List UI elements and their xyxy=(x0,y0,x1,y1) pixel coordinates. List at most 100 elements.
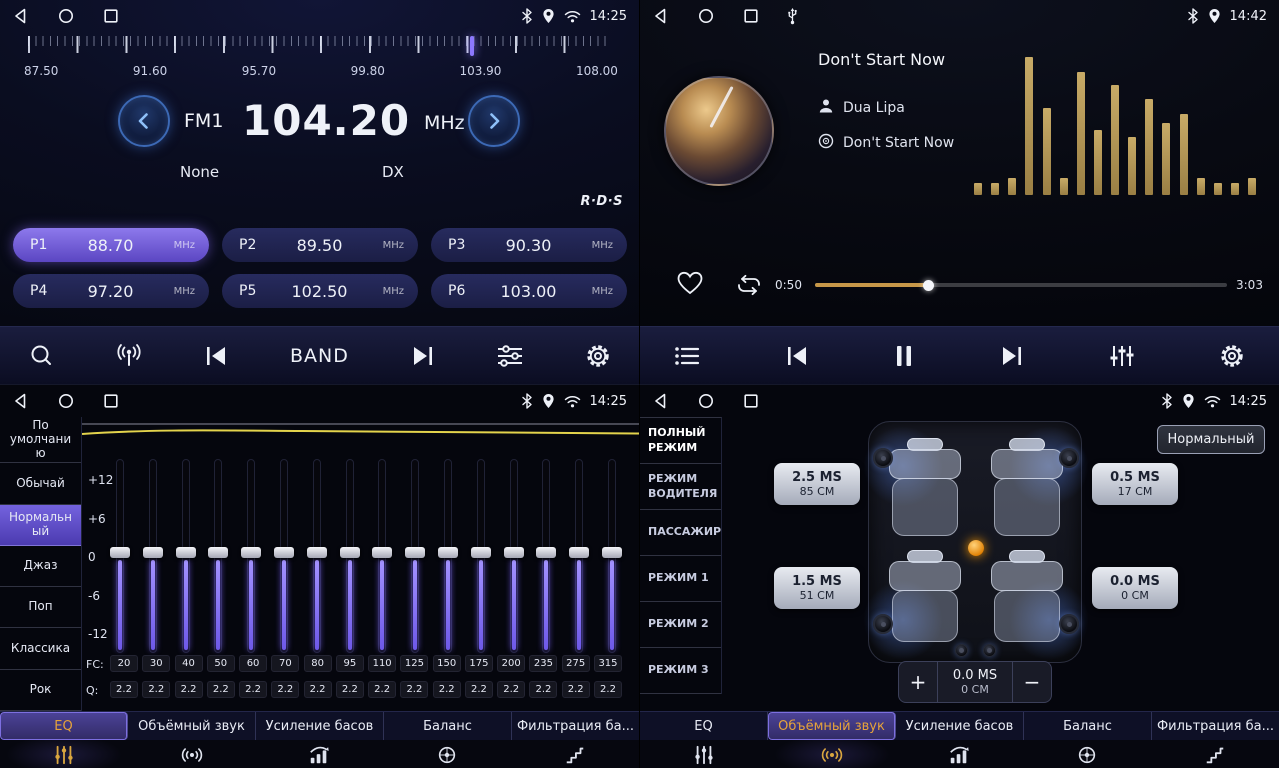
eq-preset-item[interactable]: По умолчанию xyxy=(0,417,81,463)
tab-eq[interactable]: EQ xyxy=(0,712,128,740)
tab-balance[interactable]: Баланс xyxy=(1024,712,1152,740)
tab-filter[interactable]: Фильтрация ба... xyxy=(1152,712,1279,740)
surround-icon[interactable] xyxy=(768,740,896,768)
eq-icon[interactable] xyxy=(0,740,128,768)
broadcast-button[interactable] xyxy=(115,343,143,369)
radio-preset-P6[interactable]: P6103.00MHz xyxy=(431,274,627,308)
settings-gear-button[interactable] xyxy=(585,343,611,369)
slider-handle[interactable] xyxy=(471,547,491,558)
home-button[interactable] xyxy=(697,7,715,25)
slider-handle[interactable] xyxy=(274,547,294,558)
progress-bar[interactable] xyxy=(815,283,1227,287)
tab-eq[interactable]: EQ xyxy=(640,712,768,740)
back-button[interactable] xyxy=(652,392,670,410)
slider-handle[interactable] xyxy=(176,547,196,558)
delay-decrease-button[interactable]: − xyxy=(1013,662,1051,702)
previous-station-button[interactable] xyxy=(203,344,229,368)
listening-position-dot[interactable] xyxy=(968,540,984,556)
band-button[interactable]: BAND xyxy=(290,345,349,367)
slider-handle[interactable] xyxy=(372,547,392,558)
pause-button[interactable] xyxy=(894,344,914,368)
recents-button[interactable] xyxy=(102,392,120,410)
next-station-button[interactable] xyxy=(410,344,436,368)
surround-icon[interactable] xyxy=(128,740,256,768)
eq-preset-item[interactable]: Классика xyxy=(0,628,81,669)
eq-band-slider-11[interactable] xyxy=(438,459,458,653)
slider-handle[interactable] xyxy=(602,547,622,558)
back-button[interactable] xyxy=(652,7,670,25)
eq-band-slider-14[interactable] xyxy=(536,459,556,653)
scan-button[interactable] xyxy=(28,343,54,369)
recents-button[interactable] xyxy=(102,7,120,25)
seek-up-button[interactable] xyxy=(468,95,520,147)
tab-surround[interactable]: Объёмный звук xyxy=(128,712,256,740)
tab-balance[interactable]: Баланс xyxy=(384,712,512,740)
delay-rear-left[interactable]: 1.5 MS 51 CM xyxy=(774,567,860,609)
recents-button[interactable] xyxy=(742,392,760,410)
frequency-pointer[interactable] xyxy=(470,36,474,56)
sf-mode-item[interactable]: ПОЛНЫЙ РЕЖИМ xyxy=(640,418,721,464)
eq-band-slider-6[interactable] xyxy=(274,459,294,653)
tab-surround[interactable]: Объёмный звук xyxy=(768,712,896,740)
frequency-ruler[interactable] xyxy=(28,36,612,60)
radio-preset-P5[interactable]: P5102.50MHz xyxy=(222,274,418,308)
balance-icon[interactable] xyxy=(1023,740,1151,768)
tab-bass-boost[interactable]: Усиление басов xyxy=(896,712,1024,740)
slider-handle[interactable] xyxy=(241,547,261,558)
slider-handle[interactable] xyxy=(110,547,130,558)
seek-down-button[interactable] xyxy=(118,95,170,147)
eq-preset-item[interactable]: Обычай xyxy=(0,463,81,504)
progress-knob[interactable] xyxy=(923,280,934,291)
eq-band-slider-10[interactable] xyxy=(405,459,425,653)
eq-band-slider-5[interactable] xyxy=(241,459,261,653)
eq-band-slider-7[interactable] xyxy=(307,459,327,653)
bass-boost-icon[interactable] xyxy=(256,740,384,768)
back-button[interactable] xyxy=(12,392,30,410)
eq-band-slider-1[interactable] xyxy=(110,459,130,653)
eq-preset-item[interactable]: Нормальный xyxy=(0,505,81,546)
radio-preset-P4[interactable]: P497.20MHz xyxy=(13,274,209,308)
eq-band-slider-9[interactable] xyxy=(372,459,392,653)
radio-preset-P1[interactable]: P188.70MHz xyxy=(13,228,209,262)
slider-handle[interactable] xyxy=(405,547,425,558)
delay-front-left[interactable]: 2.5 MS 85 CM xyxy=(774,463,860,505)
sf-mode-item[interactable]: РЕЖИМ ВОДИТЕЛЯ xyxy=(640,464,721,510)
sf-mode-item[interactable]: ПАССАЖИР xyxy=(640,510,721,556)
sf-mode-item[interactable]: РЕЖИМ 1 xyxy=(640,556,721,602)
eq-band-slider-3[interactable] xyxy=(176,459,196,653)
back-button[interactable] xyxy=(12,7,30,25)
radio-preset-P2[interactable]: P289.50MHz xyxy=(222,228,418,262)
eq-preset-item[interactable]: Поп xyxy=(0,587,81,628)
tune-settings-button[interactable] xyxy=(496,344,524,368)
slider-handle[interactable] xyxy=(504,547,524,558)
tab-bass-boost[interactable]: Усиление басов xyxy=(256,712,384,740)
eq-band-slider-8[interactable] xyxy=(340,459,360,653)
bass-boost-icon[interactable] xyxy=(896,740,1024,768)
filter-icon[interactable] xyxy=(1151,740,1279,768)
home-button[interactable] xyxy=(697,392,715,410)
next-track-button[interactable] xyxy=(999,344,1025,368)
home-button[interactable] xyxy=(57,392,75,410)
slider-handle[interactable] xyxy=(307,547,327,558)
eq-band-slider-15[interactable] xyxy=(569,459,589,653)
eq-preset-item[interactable]: Джаз xyxy=(0,546,81,587)
slider-handle[interactable] xyxy=(208,547,228,558)
delay-front-right[interactable]: 0.5 MS 17 CM xyxy=(1092,463,1178,505)
sf-mode-item[interactable]: РЕЖИМ 2 xyxy=(640,602,721,648)
slider-handle[interactable] xyxy=(143,547,163,558)
radio-preset-P3[interactable]: P390.30MHz xyxy=(431,228,627,262)
repeat-button[interactable] xyxy=(734,273,764,301)
settings-gear-button[interactable] xyxy=(1219,343,1245,369)
slider-handle[interactable] xyxy=(340,547,360,558)
tab-filter[interactable]: Фильтрация ба... xyxy=(512,712,639,740)
filter-icon[interactable] xyxy=(511,740,639,768)
eq-band-slider-16[interactable] xyxy=(602,459,622,653)
balance-icon[interactable] xyxy=(383,740,511,768)
recents-button[interactable] xyxy=(742,7,760,25)
delay-rear-right[interactable]: 0.0 MS 0 CM xyxy=(1092,567,1178,609)
home-button[interactable] xyxy=(57,7,75,25)
favorite-button[interactable] xyxy=(676,270,704,300)
eq-band-slider-13[interactable] xyxy=(504,459,524,653)
eq-band-slider-12[interactable] xyxy=(471,459,491,653)
slider-handle[interactable] xyxy=(438,547,458,558)
